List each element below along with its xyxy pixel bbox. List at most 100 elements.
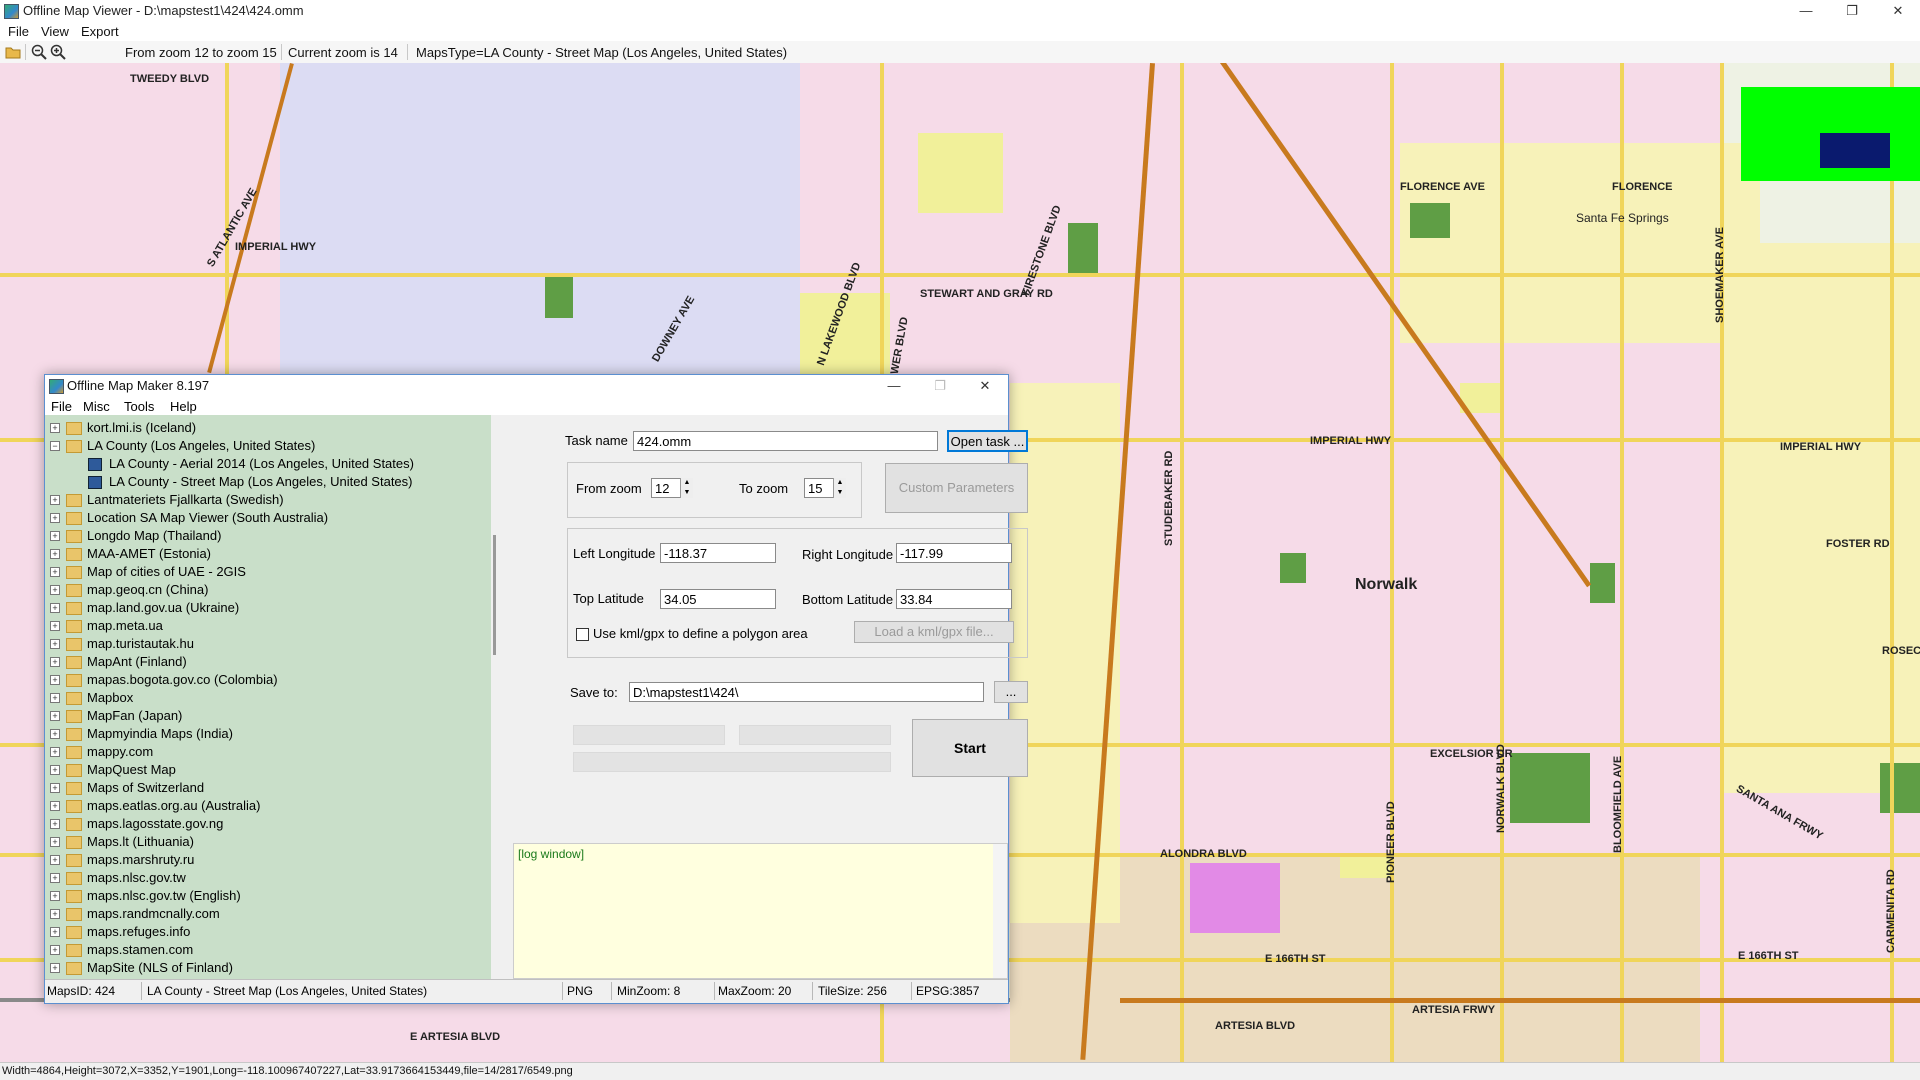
tree-item[interactable]: − LA County (Los Angeles, United States) [45,437,491,455]
custom-parameters-button[interactable]: Custom Parameters [885,463,1028,513]
tree-item[interactable]: + Map of cities of UAE - 2GIS [45,563,491,581]
tree-item[interactable]: + Maps of Switzerland [45,779,491,797]
maximize-button[interactable]: ❐ [1829,0,1875,22]
overview-viewport[interactable] [1820,133,1890,168]
dialog-close-button[interactable]: ✕ [962,375,1008,397]
tree-item[interactable]: + map.meta.ua [45,617,491,635]
dialog-menu-file[interactable]: File [51,399,72,414]
tree-item[interactable]: LA County - Street Map (Los Angeles, Uni… [45,473,491,491]
map-source-tree[interactable]: + kort.lmi.is (Iceland) − LA County (Los An… [45,415,492,979]
expand-icon[interactable]: + [50,855,60,865]
tree-item[interactable]: + Lantmateriets Fjallkarta (Swedish) [45,491,491,509]
task-name-input[interactable]: 424.omm [633,431,938,451]
tree-scrollbar[interactable] [491,415,506,979]
expand-icon[interactable]: + [50,531,60,541]
menu-view[interactable]: View [41,24,69,39]
to-zoom-spinner[interactable]: ▲ ▼ [833,478,846,498]
expand-icon[interactable]: + [50,621,60,631]
tree-item[interactable]: LA County - Aerial 2014 (Los Angeles, Un… [45,455,491,473]
to-zoom-input[interactable]: 15 [804,478,834,498]
expand-icon[interactable]: + [50,423,60,433]
tree-item[interactable]: + maps.refuges.info [45,923,491,941]
menu-export[interactable]: Export [81,24,119,39]
expand-icon[interactable]: + [50,927,60,937]
top-latitude-input[interactable]: 34.05 [660,589,776,609]
expand-icon[interactable]: + [50,837,60,847]
folder-icon [66,566,82,579]
tree-item-label: LA County (Los Angeles, United States) [87,438,316,453]
tree-item[interactable]: + maps.lagosstate.gov.ng [45,815,491,833]
dialog-minimize-button[interactable]: — [871,375,917,397]
expand-icon[interactable]: + [50,819,60,829]
expand-icon[interactable]: + [50,963,60,973]
tree-item-label: MapSite (NLS of Finland) [87,960,233,975]
minimize-button[interactable]: — [1783,0,1829,22]
expand-icon[interactable]: + [50,585,60,595]
tree-item[interactable]: + Maps.lt (Lithuania) [45,833,491,851]
tree-item[interactable]: + maps.marshruty.ru [45,851,491,869]
tree-item[interactable]: + MapAnt (Finland) [45,653,491,671]
bottom-latitude-input[interactable]: 33.84 [896,589,1012,609]
tree-item[interactable]: + maps.nlsc.gov.tw (English) [45,887,491,905]
tree-item[interactable]: + mappy.com [45,743,491,761]
tree-item[interactable]: + MapSite (NLS of Finland) [45,959,491,977]
log-window[interactable]: [log window] [513,843,1008,979]
expand-icon[interactable]: + [50,747,60,757]
expand-icon[interactable]: + [50,711,60,721]
expand-icon[interactable]: + [50,603,60,613]
tree-item[interactable]: + Longdo Map (Thailand) [45,527,491,545]
tree-item[interactable]: + Mapbox [45,689,491,707]
zoom-out-icon[interactable] [31,44,47,60]
kml-checkbox[interactable] [576,628,589,641]
expand-icon[interactable]: + [50,783,60,793]
expand-icon[interactable]: + [50,567,60,577]
log-scrollbar[interactable] [993,844,1007,978]
expand-icon[interactable]: + [50,513,60,523]
menu-file[interactable]: File [8,24,29,39]
tree-item[interactable]: + maps.randmcnally.com [45,905,491,923]
expand-icon[interactable]: + [50,693,60,703]
from-zoom-spinner[interactable]: ▲ ▼ [680,478,693,498]
tree-item[interactable]: + MapQuest Map [45,761,491,779]
expand-icon[interactable]: + [50,765,60,775]
dialog-menu-help[interactable]: Help [170,399,197,414]
folder-open-icon[interactable] [5,44,21,60]
expand-icon[interactable]: + [50,549,60,559]
expand-icon[interactable]: + [50,675,60,685]
expand-icon[interactable]: + [50,891,60,901]
tree-item[interactable]: + mapas.bogota.gov.co (Colombia) [45,671,491,689]
open-task-button[interactable]: Open task ... [947,430,1028,452]
load-kml-button[interactable]: Load a kml/gpx file... [854,621,1014,643]
tree-item[interactable]: + Mapmyindia Maps (India) [45,725,491,743]
zoom-in-icon[interactable] [50,44,66,60]
browse-button[interactable]: ... [994,681,1028,703]
dialog-menu-tools[interactable]: Tools [124,399,154,414]
expand-icon[interactable]: + [50,639,60,649]
close-button[interactable]: ✕ [1875,0,1920,22]
tree-item[interactable]: + MAA-AMET (Estonia) [45,545,491,563]
tree-item[interactable]: + maps.eatlas.org.au (Australia) [45,797,491,815]
tree-item[interactable]: + maps.stamen.com [45,941,491,959]
expand-icon[interactable]: + [50,801,60,811]
expand-icon[interactable]: + [50,909,60,919]
expand-icon[interactable]: + [50,729,60,739]
collapse-icon[interactable]: − [50,441,60,451]
tree-item[interactable]: + maps.nlsc.gov.tw [45,869,491,887]
expand-icon[interactable]: + [50,495,60,505]
tree-item[interactable]: + kort.lmi.is (Iceland) [45,419,491,437]
right-longitude-input[interactable]: -117.99 [896,543,1012,563]
from-zoom-input[interactable]: 12 [651,478,681,498]
start-button[interactable]: Start [912,719,1028,777]
tree-item[interactable]: + map.land.gov.ua (Ukraine) [45,599,491,617]
expand-icon[interactable]: + [50,945,60,955]
expand-icon[interactable]: + [50,657,60,667]
tree-item[interactable]: + map.geoq.cn (China) [45,581,491,599]
dialog-menu-misc[interactable]: Misc [83,399,110,414]
tree-item[interactable]: + MapFan (Japan) [45,707,491,725]
save-to-input[interactable]: D:\mapstest1\424\ [629,682,984,702]
left-longitude-input[interactable]: -118.37 [660,543,776,563]
tree-item[interactable]: + Location SA Map Viewer (South Australia… [45,509,491,527]
expand-icon[interactable]: + [50,873,60,883]
tree-item[interactable]: + map.turistautak.hu [45,635,491,653]
dialog-maximize-button[interactable]: ❐ [917,375,963,397]
